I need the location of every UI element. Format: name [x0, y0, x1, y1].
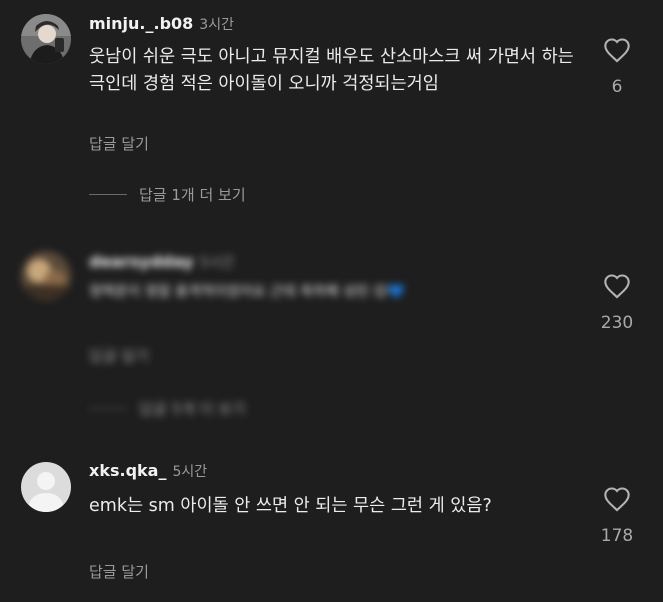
username[interactable]: dearsydday [89, 252, 194, 271]
view-replies-button[interactable]: 답글 5개 더 보기 [89, 398, 246, 419]
comment-header: dearsydday 5시간 [89, 252, 234, 272]
like-count: 6 [611, 77, 623, 97]
comment-text: 웃남이 쉬운 극도 아니고 뮤지컬 배우도 산소마스크 써 가면서 하는 극인데… [89, 47, 574, 94]
username[interactable]: xks.qka_ [89, 461, 166, 480]
comment-text-content: 정택운이 정말 충격적이었어요 근데 축하해 성민 [89, 284, 374, 300]
view-replies-label: 답글 1개 더 보기 [139, 186, 246, 204]
profile-photo-icon [21, 14, 71, 64]
reply-button[interactable]: 답글 달기 [89, 133, 149, 154]
username[interactable]: minju._.b08 [89, 14, 193, 33]
comment-header: minju._.b08 3시간 [89, 14, 234, 34]
timestamp: 5시간 [199, 255, 235, 271]
emoji: 😊💙 [373, 284, 406, 300]
timestamp: 5시간 [172, 464, 208, 480]
comment-text: emk는 sm 아이돌 안 쓰면 안 되는 무슨 그런 게 있음? [89, 496, 492, 516]
blurred-profile-photo-icon [21, 251, 71, 301]
avatar[interactable] [21, 14, 71, 64]
reply-button[interactable]: 답글 달기 [89, 345, 149, 366]
like-count: 230 [600, 313, 634, 333]
divider-line [89, 408, 127, 409]
heart-icon[interactable] [603, 37, 631, 63]
avatar[interactable] [21, 462, 71, 512]
like-count: 178 [600, 526, 634, 546]
heart-icon[interactable] [603, 273, 631, 299]
view-replies-button[interactable]: 답글 1개 더 보기 [89, 184, 246, 205]
timestamp: 3시간 [199, 17, 234, 33]
heart-icon[interactable] [603, 486, 631, 512]
divider-line [89, 194, 127, 195]
comment-header: xks.qka_ 5시간 [89, 461, 207, 481]
reply-button[interactable]: 답글 달기 [89, 561, 149, 582]
comment-text: 정택운이 정말 충격적이었어요 근데 축하해 성민 😊💙 [89, 280, 559, 304]
avatar[interactable] [21, 251, 71, 301]
default-avatar-icon [21, 462, 71, 512]
view-replies-label: 답글 5개 더 보기 [139, 400, 246, 418]
